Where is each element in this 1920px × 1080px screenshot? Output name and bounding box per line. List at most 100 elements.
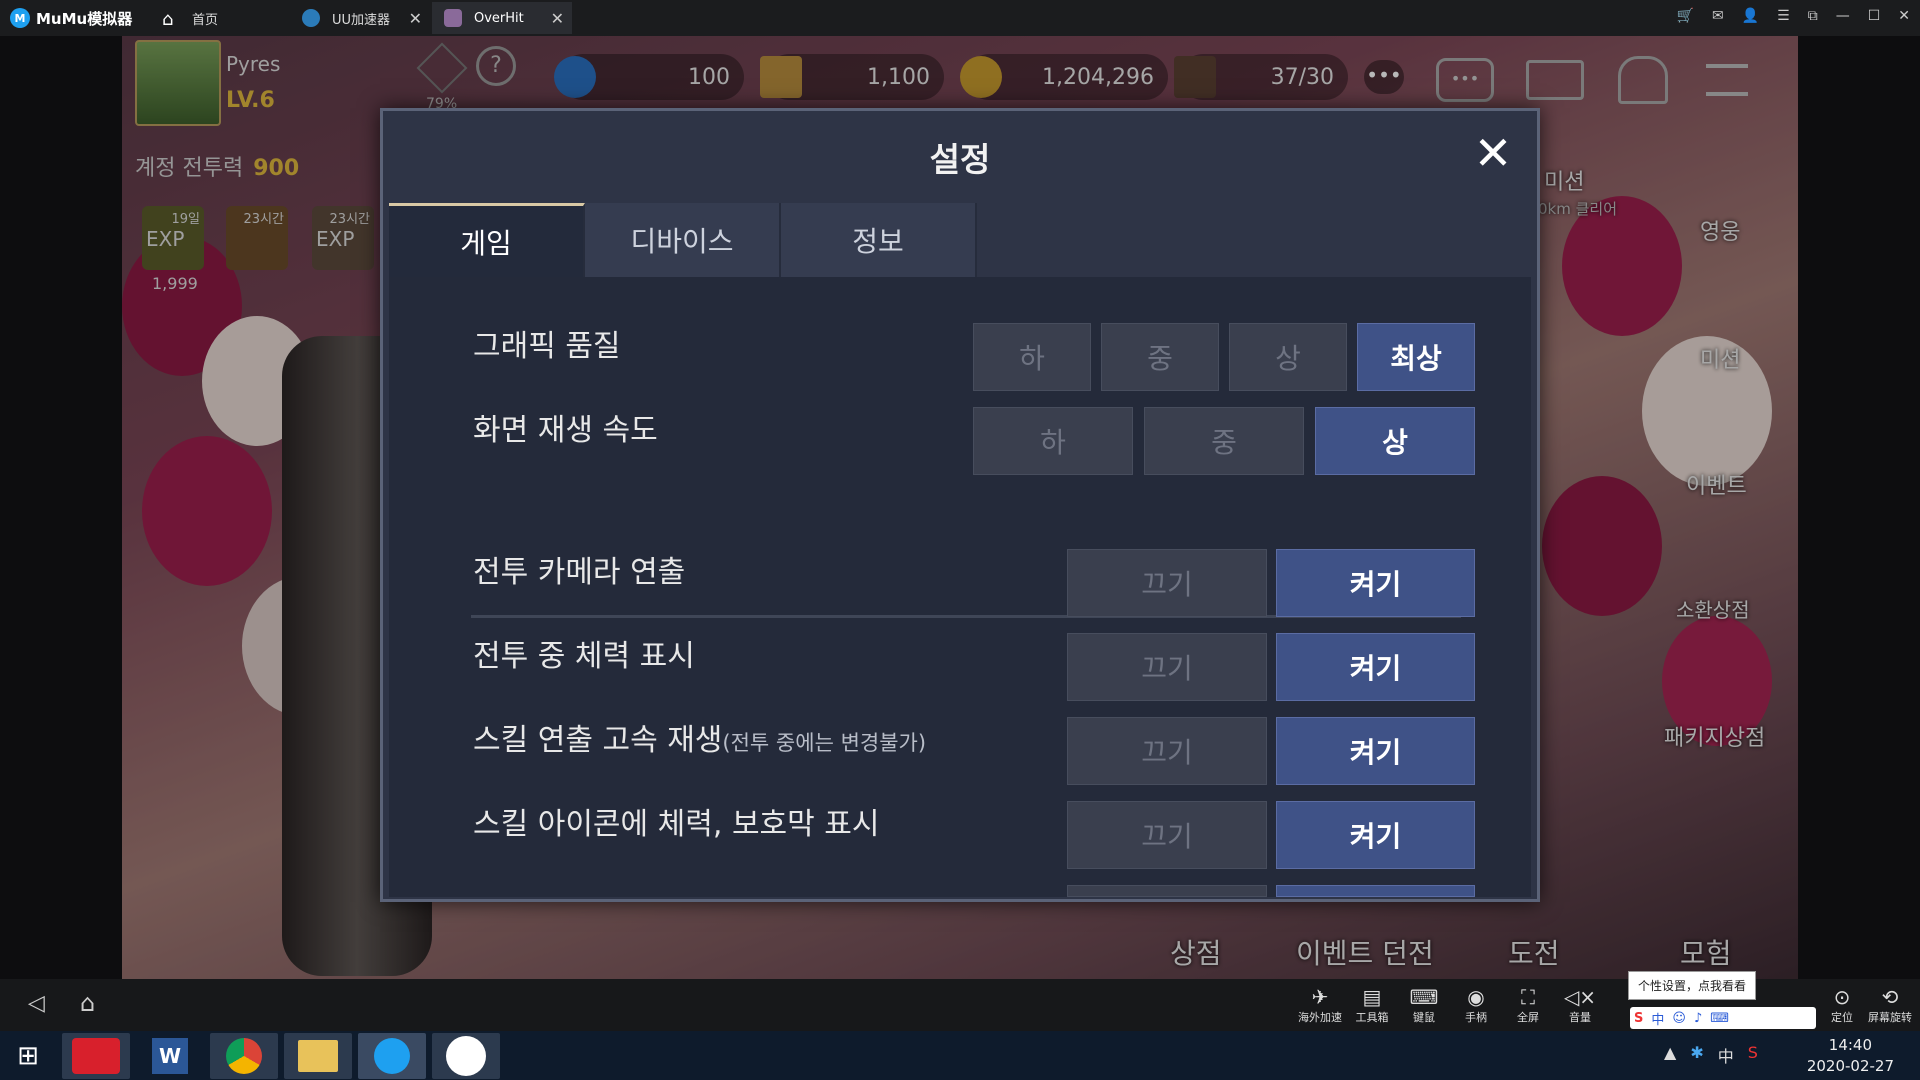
skill-icon-hp-on-button[interactable]: 켜기 xyxy=(1276,801,1475,869)
bluetooth-icon[interactable]: ✱ xyxy=(1690,1043,1703,1067)
skill-icon-hp-label: 스킬 아이콘에 체력, 보호막 표시 xyxy=(473,807,880,842)
tab-device[interactable]: 디바이스 xyxy=(585,203,781,277)
user-icon[interactable]: 👤 xyxy=(1742,8,1759,24)
toolbar-label: 海外加速 xyxy=(1298,1011,1342,1024)
window-titlebar: M MuMu模拟器 ⌂ 首页 UU加速器 ✕ OverHit ✕ 🛒 ✉ 👤 ☰… xyxy=(0,0,1920,36)
youdao-icon xyxy=(72,1037,120,1074)
battle-camera-on-button[interactable]: 켜기 xyxy=(1276,549,1475,617)
minimize-icon[interactable]: — xyxy=(1836,8,1850,24)
chrome-icon xyxy=(226,1037,262,1074)
toolbar-label: 手柄 xyxy=(1465,1011,1487,1024)
home-icon[interactable]: ⌂ xyxy=(80,989,95,1017)
battle-camera-off-button[interactable]: 끄기 xyxy=(1067,549,1267,617)
next-row-on-button[interactable] xyxy=(1276,885,1475,897)
tab-overhit-label: OverHit xyxy=(474,10,524,26)
close-tab-icon[interactable]: ✕ xyxy=(409,9,422,28)
skill-fast-label: 스킬 연출 고속 재생(전투 중에는 변경불가) xyxy=(473,715,926,759)
mumu-logo-icon: M xyxy=(10,8,30,28)
explorer-taskbar-button[interactable] xyxy=(284,1032,352,1079)
location-pin-icon: ⊙ xyxy=(1833,985,1851,1009)
mumu-taskbar-button[interactable] xyxy=(358,1032,426,1079)
cart-icon[interactable]: 🛒 xyxy=(1677,8,1694,24)
keymouse-button[interactable]: ⌨ 键鼠 xyxy=(1400,985,1448,1025)
emoji-icon: ☺ xyxy=(1672,1010,1686,1026)
circle-app-icon xyxy=(446,1035,486,1076)
gamepad-icon: ◉ xyxy=(1467,985,1485,1009)
close-icon[interactable]: ✕ xyxy=(1469,129,1517,177)
tab-overhit[interactable]: OverHit ✕ xyxy=(432,2,572,34)
skill-icon-hp-off-button[interactable]: 끄기 xyxy=(1067,801,1267,869)
close-tab-icon[interactable]: ✕ xyxy=(551,9,564,28)
rotate-icon: ⟲ xyxy=(1881,985,1899,1009)
graphics-low-button[interactable]: 하 xyxy=(973,323,1091,391)
menu-icon[interactable]: ☰ xyxy=(1777,8,1790,24)
back-icon[interactable]: ◁ xyxy=(28,991,45,1016)
location-button[interactable]: ⊙ 定位 xyxy=(1818,985,1866,1025)
toolbar-label: 工具箱 xyxy=(1355,1011,1389,1024)
app-taskbar-button[interactable] xyxy=(432,1032,500,1079)
settings-dialog: 설정 ✕ 게임 디바이스 정보 그래픽 품질 하 중 상 최상 화면 재생 속도… xyxy=(380,108,1540,902)
chrome-taskbar-button[interactable] xyxy=(210,1032,278,1079)
fullscreen-button[interactable]: ⛶ 全屏 xyxy=(1504,985,1552,1025)
keyboard-icon: ⌨ xyxy=(1710,1010,1730,1026)
word-icon: W xyxy=(152,1037,188,1074)
mumu-icon xyxy=(374,1037,410,1074)
tooltip: 个性设置，点我看看 xyxy=(1628,971,1757,1000)
toolbox-button[interactable]: ▤ 工具箱 xyxy=(1348,985,1396,1025)
home-icon: ⌂ xyxy=(162,9,174,30)
graphics-quality-label: 그래픽 품질 xyxy=(473,329,621,364)
volume-icon: ◁× xyxy=(1563,985,1597,1009)
sogou-icon: S xyxy=(1634,1010,1644,1026)
overhit-icon xyxy=(444,9,462,27)
framerate-mid-button[interactable]: 중 xyxy=(1144,407,1304,475)
keyboard-icon: ⌨ xyxy=(1409,985,1439,1009)
framerate-high-button[interactable]: 상 xyxy=(1315,407,1475,475)
fullscreen-icon: ⛶ xyxy=(1521,985,1535,1009)
ime-toolbar[interactable]: S 中 ☺ ♪ ⌨ xyxy=(1630,1007,1816,1029)
tray-arrow-icon[interactable]: ▲ xyxy=(1664,1043,1676,1067)
framerate-low-button[interactable]: 하 xyxy=(973,407,1133,475)
sogou-tray-icon[interactable]: S xyxy=(1748,1043,1758,1067)
graphics-ultra-button[interactable]: 최상 xyxy=(1357,323,1475,391)
battle-hp-off-button[interactable]: 끄기 xyxy=(1067,633,1267,701)
toolbar-label: 键鼠 xyxy=(1413,1011,1435,1024)
rocket-icon: ✈ xyxy=(1311,985,1329,1009)
maximize-icon[interactable]: ☐ xyxy=(1868,8,1881,24)
windows-start-icon[interactable]: ⊞ xyxy=(0,1033,56,1079)
settings-tabs: 게임 디바이스 정보 xyxy=(389,203,977,277)
folder-icon xyxy=(298,1039,338,1072)
close-icon[interactable]: ✕ xyxy=(1898,8,1910,24)
battle-hp-label: 전투 중 체력 표시 xyxy=(473,639,695,674)
graphics-mid-button[interactable]: 중 xyxy=(1101,323,1219,391)
tab-home[interactable]: ⌂ 首页 xyxy=(150,2,288,34)
skill-fast-off-button[interactable]: 끄기 xyxy=(1067,717,1267,785)
system-clock[interactable]: 14:40 2020-02-27 xyxy=(1807,1035,1894,1077)
tab-uu-label: UU加速器 xyxy=(332,12,391,28)
overseas-boost-button[interactable]: ✈ 海外加速 xyxy=(1296,985,1344,1025)
app-brand: M MuMu模拟器 xyxy=(0,8,150,29)
gamepad-button[interactable]: ◉ 手柄 xyxy=(1452,985,1500,1025)
tab-uu[interactable]: UU加速器 ✕ xyxy=(290,2,430,34)
mail-icon[interactable]: ✉ xyxy=(1712,8,1724,24)
framerate-label: 화면 재생 속도 xyxy=(473,413,658,448)
tab-info[interactable]: 정보 xyxy=(781,203,977,277)
tray-ime[interactable]: 中 xyxy=(1718,1043,1734,1067)
volume-button[interactable]: ◁× 音量 xyxy=(1556,985,1604,1025)
battle-hp-on-button[interactable]: 켜기 xyxy=(1276,633,1475,701)
next-row-off-button[interactable] xyxy=(1067,885,1267,897)
skill-fast-on-button[interactable]: 켜기 xyxy=(1276,717,1475,785)
tab-game[interactable]: 게임 xyxy=(389,203,585,277)
tab-home-label: 首页 xyxy=(192,12,219,28)
battle-camera-label: 전투 카메라 연출 xyxy=(473,555,686,590)
youdao-taskbar-button[interactable] xyxy=(62,1032,130,1079)
rotate-button[interactable]: ⟲ 屏幕旋转 xyxy=(1866,985,1914,1025)
toolbar-label: 全屏 xyxy=(1517,1011,1539,1024)
settings-title: 설정 xyxy=(929,140,991,179)
window-controls: 🛒 ✉ 👤 ☰ ⧉ — ☐ ✕ xyxy=(1677,8,1910,24)
system-tray: ▲ ✱ 中 S xyxy=(1664,1043,1758,1067)
graphics-high-button[interactable]: 상 xyxy=(1229,323,1347,391)
word-taskbar-button[interactable]: W xyxy=(136,1033,204,1079)
ime-mode: 中 xyxy=(1651,1012,1665,1028)
restore-icon[interactable]: ⧉ xyxy=(1808,8,1818,24)
app-name: MuMu模拟器 xyxy=(36,9,133,28)
